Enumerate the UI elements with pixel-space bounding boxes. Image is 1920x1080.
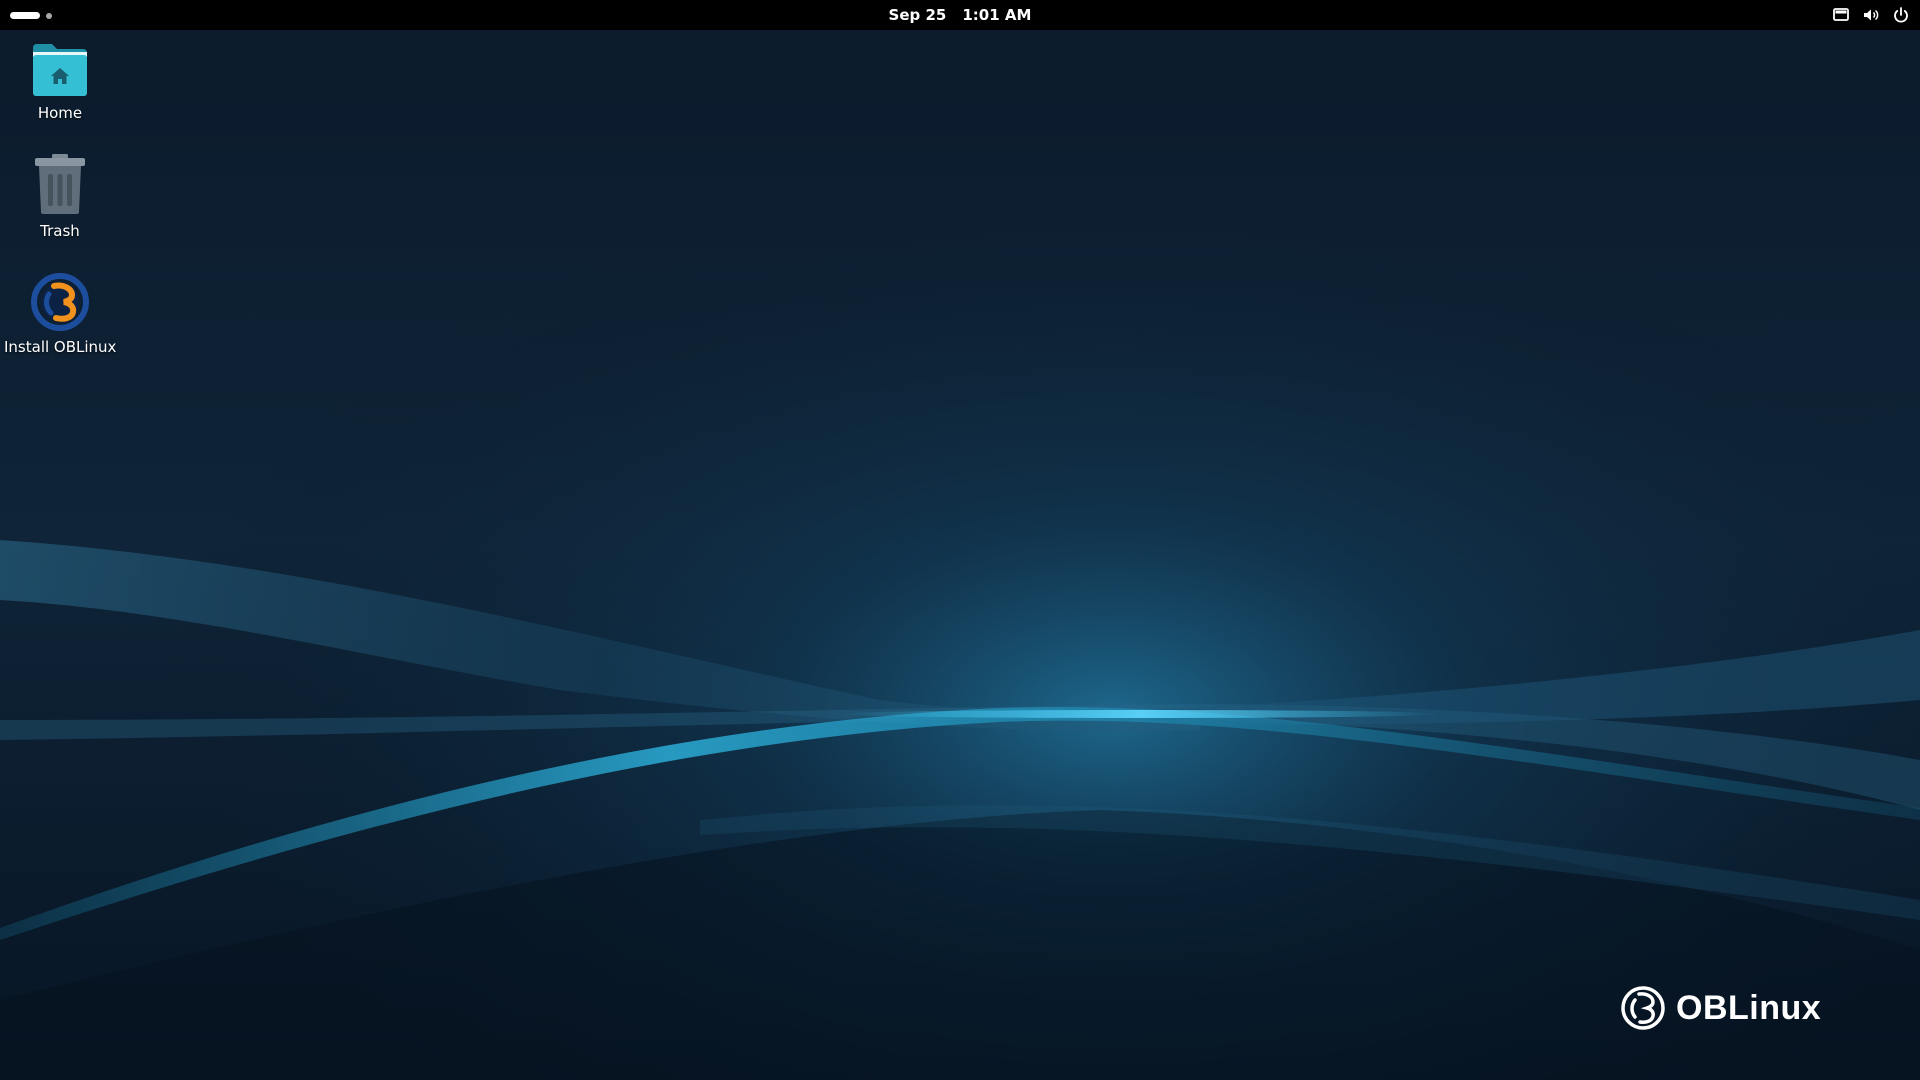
volume-icon[interactable] [1862,6,1880,24]
desktop-icon-install-oblinux[interactable]: Install OBLinux [4,272,116,356]
desktop-icon-trash[interactable]: Trash [4,152,116,240]
desktop-icon-label: Home [37,104,83,122]
oblinux-installer-icon [31,273,89,331]
desktop-icon-label: Install OBLinux [4,338,117,356]
clock-date: Sep 25 [888,6,947,24]
wallpaper-brand: OBLinux [1620,984,1821,1032]
screen-icon[interactable] [1832,6,1850,24]
workspace-indicator-active [10,12,40,19]
desktop-icon-label: Trash [40,222,80,240]
home-folder-icon [33,44,87,96]
oblinux-logo-icon [1621,986,1665,1030]
activities-button[interactable] [10,9,60,21]
clock-area: Sep 25 1:01 AM [0,0,1920,30]
trash-icon [35,154,85,214]
wallpaper [0,0,1920,1080]
top-bar: Sep 25 1:01 AM [0,0,1920,30]
desktop-screen: Sep 25 1:01 AM Home Trash Install OBLinu… [0,0,1920,1080]
workspace-indicator-dot [46,13,52,19]
clock-time: 1:01 AM [962,6,1032,24]
desktop-icon-home[interactable]: Home [4,42,116,122]
wallpaper-brand-text: OBLinux [1676,988,1822,1027]
system-tray[interactable] [1832,5,1910,25]
power-icon[interactable] [1892,6,1910,24]
clock-button[interactable]: Sep 25 1:01 AM [883,0,1038,30]
